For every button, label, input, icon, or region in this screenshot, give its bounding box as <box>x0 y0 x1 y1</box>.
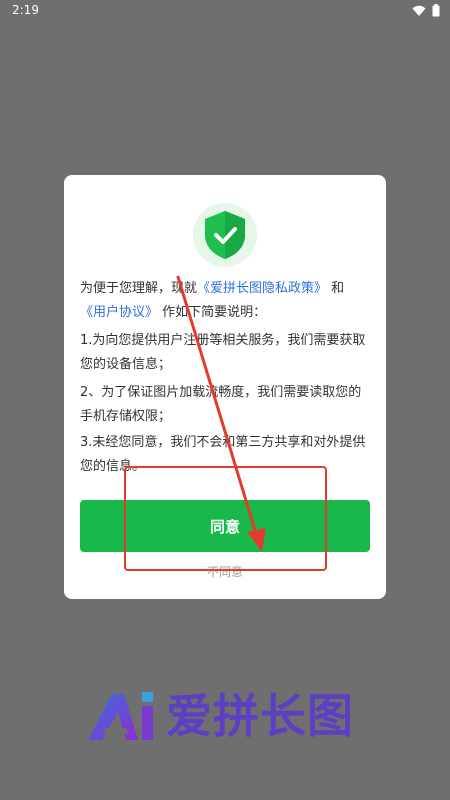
brand-name: 爱拼长图 <box>166 689 354 743</box>
brand-logo: 爱拼长图 <box>86 688 386 744</box>
brand-ai-logo-icon <box>88 692 153 740</box>
notice-item-1: 1.为向您提供用户注册等相关服务，我们需要获取您的设备信息； <box>80 333 366 372</box>
status-bar: 2:19 <box>0 0 450 22</box>
privacy-policy-link[interactable]: 《爱拼长图隐私政策》 <box>197 281 327 296</box>
intro-suffix: 作如下简要说明： <box>162 305 267 320</box>
status-icons <box>412 4 440 17</box>
intro-and: 和 <box>331 281 345 296</box>
wifi-icon <box>412 5 426 16</box>
annotation-highlight-box <box>124 466 327 571</box>
status-time: 2:19 <box>12 3 39 17</box>
notice-item-2: 2、为了保证图片加载流畅度，我们需要读取您的手机存储权限； <box>80 385 362 424</box>
shield-badge <box>193 203 257 267</box>
user-agreement-link[interactable]: 《用户协议》 <box>80 305 158 320</box>
shield-check-icon <box>205 211 245 259</box>
intro-text: 为便于您理解，现就《爱拼长图隐私政策》 和 《用户协议》 作如下简要说明： <box>80 277 370 325</box>
intro-prefix: 为便于您理解，现就 <box>80 281 198 296</box>
battery-icon <box>432 4 440 17</box>
